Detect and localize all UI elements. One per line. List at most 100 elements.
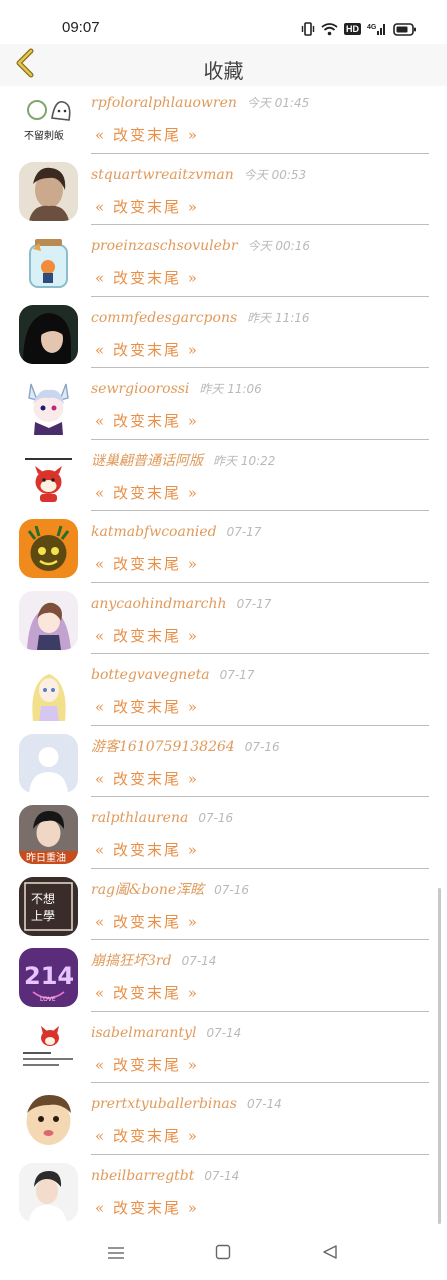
item-time: 07-17 [236, 596, 272, 611]
item-username: katmabfwcoanied [91, 524, 217, 540]
list-item[interactable]: isabelmarantyl 07-14 « 改变末尾 » [0, 1016, 447, 1088]
status-bar: 09:07 HD 4G [0, 0, 447, 44]
item-message[interactable]: « 改变末尾 » [95, 696, 199, 717]
avatar [19, 1091, 78, 1150]
avatar: 不留刺皈 [19, 90, 78, 149]
item-message[interactable]: « 改变末尾 » [95, 1197, 199, 1218]
list-item[interactable]: 不想 上學 rag阖&bone浑眩 07-16 « 改变末尾 » [0, 873, 447, 945]
item-message[interactable]: « 改变末尾 » [95, 267, 199, 288]
item-time: 今天 00:16 [247, 239, 310, 253]
item-time: 今天 01:45 [246, 96, 310, 110]
item-username: rag阖&bone浑眩 [91, 881, 205, 898]
item-username: sewrgioorossi [91, 381, 190, 397]
divider [91, 653, 429, 654]
signal-icon: 4G [367, 22, 387, 36]
item-header: sewrgioorossi 昨天 11:06 [91, 378, 431, 397]
vibrate-icon [301, 22, 315, 36]
item-username: ralpthlaurena [91, 810, 189, 826]
divider [91, 724, 429, 726]
item-message[interactable]: « 改变末尾 » [95, 339, 199, 360]
page-title: 收藏 [203, 59, 244, 83]
item-time: 今天 00:53 [243, 167, 307, 182]
list-item[interactable]: proeinzaschsovulebr 今天 00:16 « 改变末尾 » [0, 229, 447, 301]
item-message[interactable]: « 改变末尾 » [95, 410, 199, 431]
triangle-back-icon [322, 1244, 338, 1264]
item-message[interactable]: « 改变末尾 » [95, 982, 199, 1003]
status-icons: HD 4G [301, 19, 417, 39]
list-item[interactable]: 游客1610759138264 07-16 « 改变末尾 » [0, 730, 447, 802]
app-header: 收藏 [0, 44, 447, 86]
item-username: rpfoloralphlauowren [91, 95, 237, 111]
item-time: 07-14 [204, 1168, 240, 1183]
menu-button[interactable] [102, 1240, 130, 1268]
hd-icon: HD [344, 23, 361, 35]
svg-text:不留刺皈: 不留刺皈 [24, 129, 64, 142]
divider [91, 224, 429, 225]
system-nav-bar [0, 1226, 447, 1280]
item-time: 07-16 [244, 739, 280, 754]
item-header: nbeilbarregtbt 07-14 [91, 1165, 431, 1184]
item-username: stquartwreaitzvman [91, 166, 234, 183]
list-item[interactable]: stquartwreaitzvman 今天 00:53 « 改变末尾 » [0, 158, 447, 230]
item-message[interactable]: « 改变末尾 » [95, 911, 199, 932]
divider [91, 867, 429, 869]
list-item[interactable]: 不留刺皈 rpfoloralphlauowren 今天 01:45 « 改变末尾 … [0, 86, 447, 158]
svg-text:不想: 不想 [31, 891, 55, 906]
list-item[interactable]: commfedesgarcpons 昨天 11:16 « 改变末尾 » [0, 301, 447, 373]
list-item[interactable]: 昨日重油 ralpthlaurena 07-16 « 改变末尾 » [0, 801, 447, 873]
divider [91, 939, 429, 940]
item-message[interactable]: « 改变末尾 » [95, 839, 199, 860]
item-message[interactable]: « 改变末尾 » [95, 553, 199, 574]
item-time: 07-16 [214, 882, 250, 897]
avatar [19, 304, 78, 364]
list-item[interactable]: prertxtyuballerbinas 07-14 « 改变末尾 » [0, 1087, 447, 1159]
item-username: isabelmarantyl [91, 1024, 197, 1041]
scrollbar[interactable] [438, 888, 441, 1224]
item-time: 昨天 11:16 [247, 310, 310, 325]
avatar [19, 447, 78, 507]
list-item[interactable]: sewrgioorossi 昨天 11:06 « 改变末尾 » [0, 372, 447, 444]
item-header: 谜巢翩普通话阿版 昨天 10:22 [91, 450, 431, 470]
item-message[interactable]: « 改变末尾 » [95, 625, 199, 646]
item-message[interactable]: « 改变末尾 » [95, 1125, 199, 1146]
svg-text:LOVE: LOVE [40, 996, 56, 1003]
item-time: 07-16 [198, 811, 234, 825]
back-nav-button[interactable] [316, 1240, 344, 1268]
home-button[interactable] [209, 1240, 237, 1268]
list-item[interactable]: nbeilbarregtbt 07-14 « 改变末尾 » [0, 1159, 447, 1225]
favorites-list[interactable]: 不留刺皈 rpfoloralphlauowren 今天 01:45 « 改变末尾 … [0, 86, 447, 1224]
item-message[interactable]: « 改变末尾 » [95, 196, 199, 217]
item-header: anycaohindmarchh 07-17 [91, 593, 431, 612]
avatar: 214 LOVE [19, 948, 78, 1007]
item-username: anycaohindmarchh [91, 595, 227, 612]
avatar: 昨日重油 [19, 805, 78, 864]
divider [91, 510, 429, 511]
avatar [19, 376, 78, 435]
square-home-icon [215, 1244, 231, 1264]
svg-text:昨日重油: 昨日重油 [26, 851, 66, 864]
list-item[interactable]: bottegvavegneta 07-17 « 改变末尾 » [0, 658, 447, 730]
svg-text:214: 214 [24, 962, 74, 990]
divider [91, 581, 429, 583]
item-time: 07-14 [246, 1097, 282, 1111]
list-item[interactable]: katmabfwcoanied 07-17 « 改变末尾 » [0, 515, 447, 587]
avatar: 不想 上學 [19, 876, 78, 936]
list-item[interactable]: 214 LOVE 崩搞狂坏3rd 07-14 « 改变末尾 » [0, 944, 447, 1016]
item-username: prertxtyuballerbinas [91, 1096, 237, 1112]
list-item[interactable]: anycaohindmarchh 07-17 « 改变末尾 » [0, 587, 447, 659]
avatar [19, 161, 78, 221]
item-message[interactable]: « 改变末尾 » [95, 482, 199, 503]
divider [91, 1153, 429, 1155]
battery-icon [393, 22, 417, 36]
avatar [19, 1019, 78, 1079]
item-username: proeinzaschsovulebr [91, 238, 238, 254]
item-header: rpfoloralphlauowren 今天 01:45 [91, 92, 431, 111]
svg-text:4G: 4G [367, 24, 377, 31]
item-message[interactable]: « 改变末尾 » [95, 768, 199, 789]
list-item[interactable]: 谜巢翩普通话阿版 昨天 10:22 « 改变末尾 » [0, 444, 447, 516]
divider [91, 367, 429, 368]
divider [91, 438, 429, 440]
item-message[interactable]: « 改变末尾 » [95, 1054, 199, 1075]
item-message[interactable]: « 改变末尾 » [95, 124, 199, 145]
item-time: 07-17 [219, 668, 255, 682]
